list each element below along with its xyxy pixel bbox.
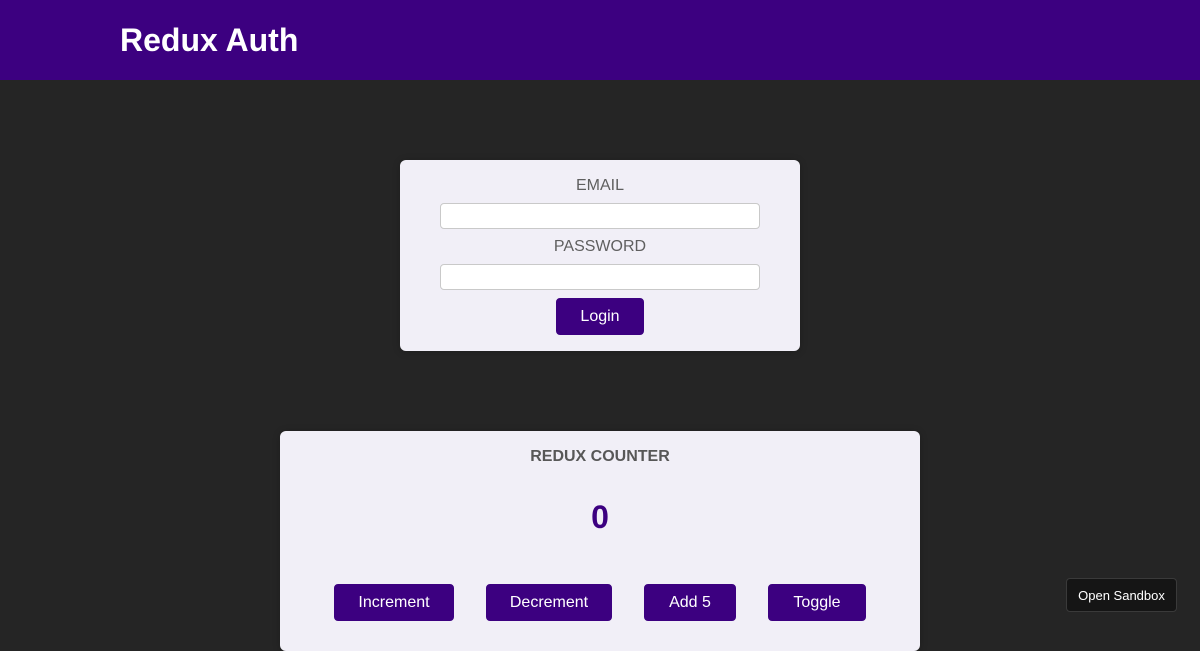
email-label: EMAIL: [575, 177, 624, 194]
app-title: Redux Auth: [120, 22, 299, 58]
login-form-card: EMAIL PASSWORD Login: [400, 160, 800, 351]
counter-title: REDUX COUNTER: [530, 448, 670, 465]
counter-card: REDUX COUNTER 0 Increment Decrement Add …: [280, 431, 920, 651]
login-button[interactable]: Login: [556, 298, 644, 335]
toggle-button[interactable]: Toggle: [768, 584, 866, 621]
add-5-button[interactable]: Add 5: [644, 584, 736, 621]
password-field[interactable]: [440, 264, 760, 290]
password-label: PASSWORD: [553, 238, 647, 255]
increment-button[interactable]: Increment: [334, 584, 454, 621]
email-field[interactable]: [440, 203, 760, 229]
app-header: Redux Auth: [0, 0, 1200, 80]
counter-value: 0: [591, 499, 609, 535]
decrement-button[interactable]: Decrement: [486, 584, 612, 621]
open-sandbox-button[interactable]: Open Sandbox: [1066, 578, 1177, 612]
